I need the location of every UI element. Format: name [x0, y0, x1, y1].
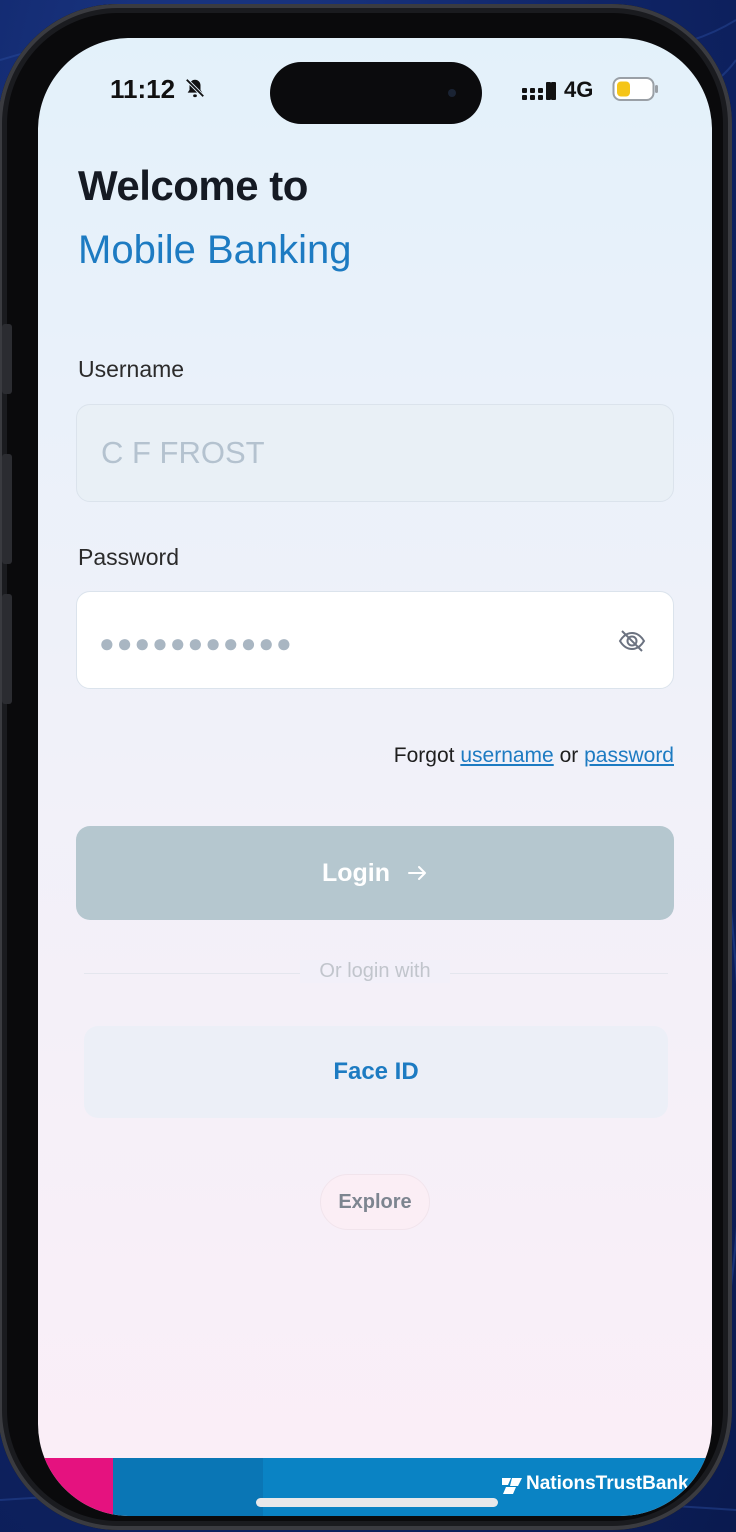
explore-button[interactable]: Explore: [320, 1174, 430, 1230]
status-time: 11:12: [110, 74, 176, 104]
forgot-username-link[interactable]: username: [460, 744, 553, 767]
login-label: Login: [321, 858, 391, 887]
home-indicator[interactable]: [256, 1498, 498, 1507]
face-id-button[interactable]: Face ID: [84, 1026, 668, 1118]
dynamic-island: [270, 62, 482, 124]
silent-switch: [2, 324, 12, 394]
username-value: C F FROST: [101, 435, 265, 470]
forgot-password-link[interactable]: password: [584, 744, 674, 767]
volume-down-button: [2, 594, 12, 704]
signal-bars-icon: [522, 82, 556, 100]
arrow-right-icon: [408, 866, 427, 880]
phone-frame: 11:12 4G Welcome to Mobile Banking Usern…: [0, 4, 732, 1530]
footer-dark-blue-band: [113, 1458, 263, 1516]
username-label: Username: [78, 356, 185, 382]
network-type: 4G: [564, 77, 594, 102]
login-button[interactable]: Login: [76, 826, 674, 920]
username-field[interactable]: C F FROST: [76, 404, 674, 502]
app-name-heading: Mobile Banking: [78, 228, 352, 272]
bell-slash-icon: [185, 78, 205, 98]
explore-label: Explore: [338, 1190, 412, 1213]
divider-text: Or login with: [300, 960, 450, 983]
volume-up-button: [2, 454, 12, 564]
password-value: ●●●●●●●●●●●: [99, 628, 294, 658]
password-field[interactable]: ●●●●●●●●●●●: [76, 591, 674, 689]
bank-logo-text: NationsTrustBank: [526, 1473, 689, 1494]
bank-logo-icon: [502, 1478, 522, 1494]
welcome-heading: Welcome to: [78, 162, 308, 209]
brand-footer: NationsTrustBank: [38, 1458, 712, 1516]
forgot-or: or: [559, 744, 579, 767]
eye-slash-icon[interactable]: [617, 626, 647, 656]
battery-low-icon: [612, 77, 658, 101]
footer-pink-band: [38, 1458, 113, 1516]
camera-dot: [448, 89, 456, 97]
face-id-label: Face ID: [333, 1058, 419, 1085]
forgot-prefix: Forgot: [393, 744, 455, 767]
screen: 11:12 4G Welcome to Mobile Banking Usern…: [38, 38, 712, 1516]
forgot-credentials: Forgot username or password: [394, 744, 674, 768]
password-label: Password: [78, 544, 179, 570]
